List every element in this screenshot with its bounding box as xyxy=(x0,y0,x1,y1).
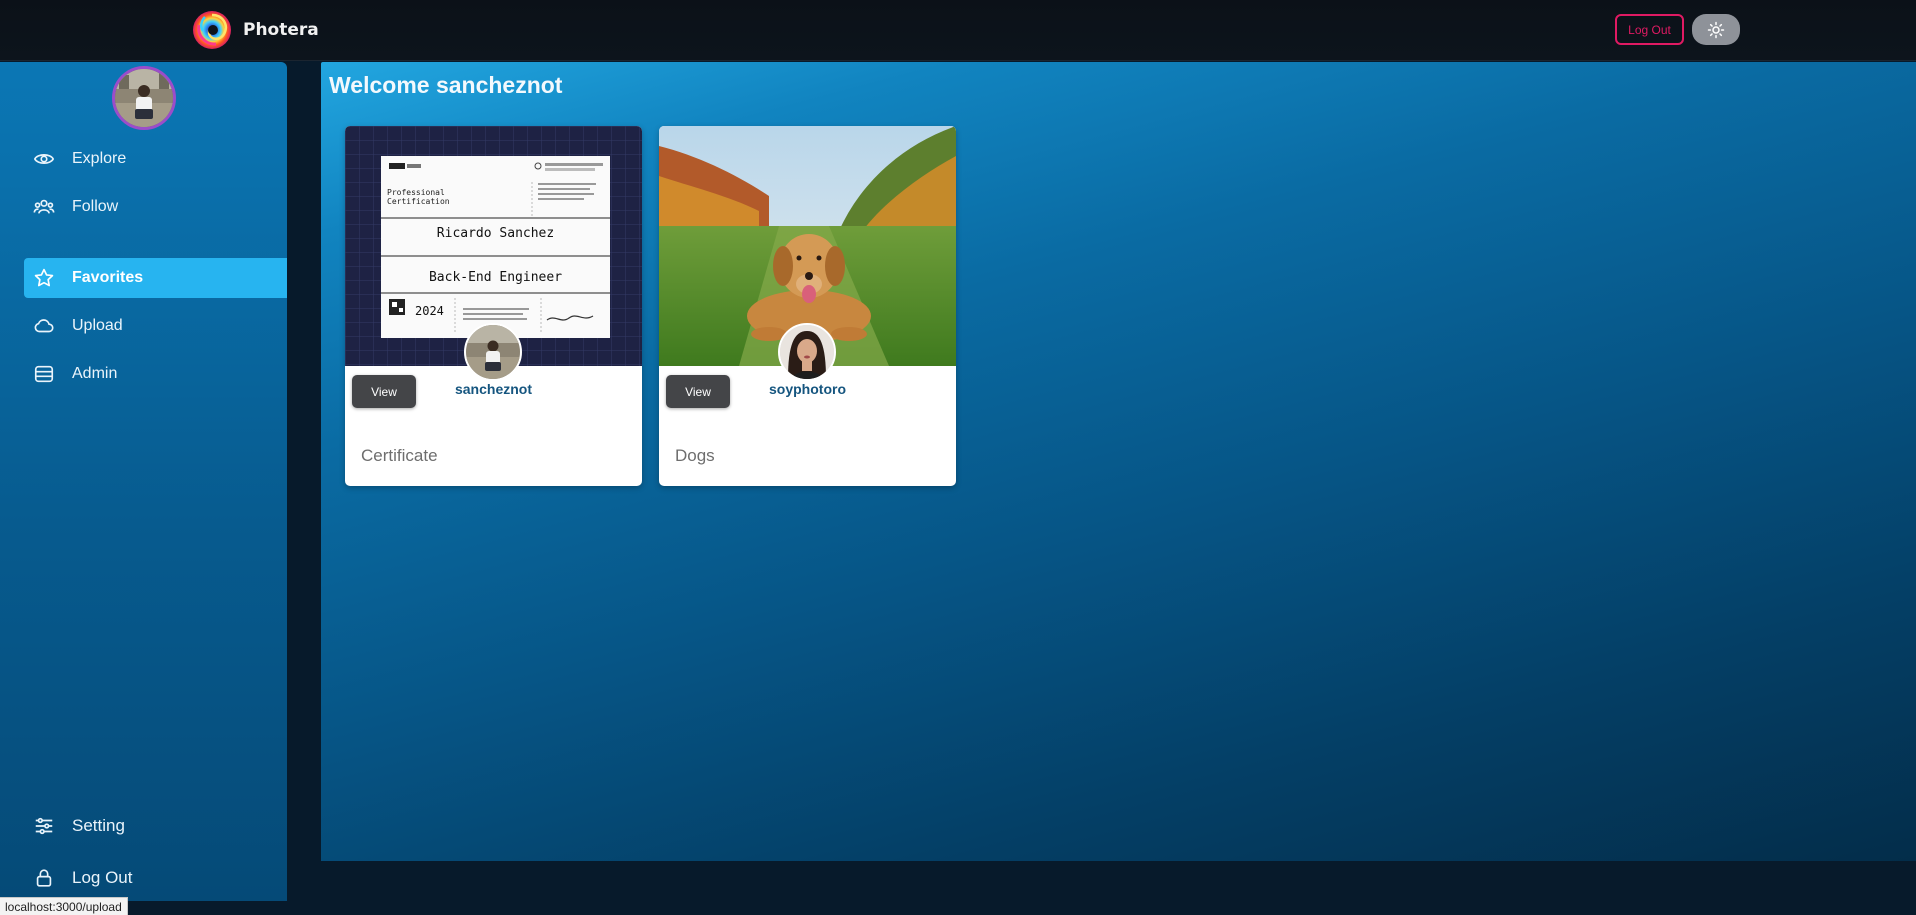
sidebar-item-label: Admin xyxy=(72,365,118,382)
sidebar-item-label: Explore xyxy=(72,150,127,167)
sidebar: Explore Follow Favorites Upload Admin Se… xyxy=(0,62,287,901)
brand[interactable]: Photera xyxy=(191,7,319,53)
sidebar-item-label: Follow xyxy=(72,198,119,215)
certificate-role: Back-End Engineer xyxy=(428,270,563,285)
top-navbar: Photera Log Out xyxy=(0,0,1916,61)
sidebar-item-label: Setting xyxy=(72,816,125,835)
page-title: Welcome sancheznot xyxy=(329,72,563,98)
cloud-icon xyxy=(32,314,56,338)
certificate-year: 2024 xyxy=(415,304,444,318)
certificate-name: Ricardo Sanchez xyxy=(436,226,555,241)
app-name: Photera xyxy=(243,20,319,40)
main-content: Welcome sancheznot Professional Certific… xyxy=(321,62,1916,861)
owner-avatar[interactable] xyxy=(464,323,522,381)
sidebar-item-label: Upload xyxy=(72,317,123,334)
owner-name-link[interactable]: soyphotoro xyxy=(659,381,956,397)
user-avatar[interactable] xyxy=(112,66,176,130)
owner-avatar[interactable] xyxy=(778,323,836,381)
photera-logo-icon xyxy=(191,7,233,53)
sidebar-item-logout[interactable]: Log Out xyxy=(24,858,287,898)
lock-icon xyxy=(32,866,56,890)
sidebar-item-upload[interactable]: Upload xyxy=(24,306,287,346)
logout-button[interactable]: Log Out xyxy=(1615,14,1684,45)
sidebar-item-explore[interactable]: Explore xyxy=(24,139,287,179)
card-caption: Dogs xyxy=(675,446,715,465)
sliders-icon xyxy=(32,814,56,838)
sidebar-item-label: Favorites xyxy=(72,269,144,286)
owner-name-link[interactable]: sancheznot xyxy=(345,381,642,397)
sidebar-item-label: Log Out xyxy=(72,868,133,887)
sidebar-item-admin[interactable]: Admin xyxy=(24,354,287,394)
sidebar-item-setting[interactable]: Setting xyxy=(24,806,287,846)
link-status-url: localhost:3000/upload xyxy=(0,897,128,915)
sidebar-item-follow[interactable]: Follow xyxy=(24,187,287,227)
certificate-header-text: Professional Certification xyxy=(387,188,450,206)
star-icon xyxy=(32,266,56,290)
theme-toggle-button[interactable] xyxy=(1692,14,1740,45)
sidebar-item-favorites[interactable]: Favorites xyxy=(24,258,287,298)
photo-card: View soyphotoro Dogs xyxy=(659,126,956,486)
sun-icon xyxy=(1707,21,1725,38)
eye-icon xyxy=(32,147,56,171)
database-icon xyxy=(32,362,56,386)
card-caption: Certificate xyxy=(361,446,438,465)
users-icon xyxy=(32,195,56,219)
photo-card: Professional Certification Ricardo Sanch… xyxy=(345,126,642,486)
